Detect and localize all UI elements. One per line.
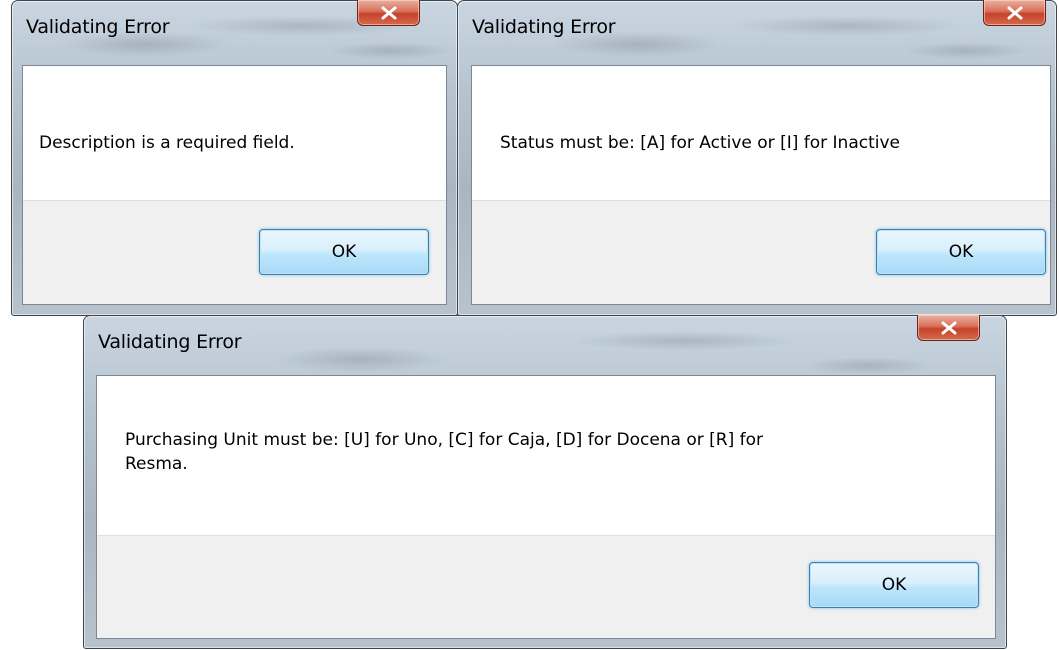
validation-dialog-purchasing-unit: Validating Error Purchasing Unit must be… xyxy=(83,315,1007,649)
dialog-message: Purchasing Unit must be: [U] for Uno, [C… xyxy=(125,430,764,474)
dialog-title: Validating Error xyxy=(26,16,170,38)
close-button[interactable] xyxy=(917,315,980,341)
close-x-icon xyxy=(1007,6,1022,19)
message-area: Status must be: [A] for Active or [I] fo… xyxy=(472,66,1050,203)
dialog-content: Description is a required field. OK xyxy=(22,65,447,305)
message-area: Purchasing Unit must be: [U] for Uno, [C… xyxy=(97,376,995,538)
button-bar: OK xyxy=(472,200,1050,304)
button-bar: OK xyxy=(23,200,446,304)
button-bar: OK xyxy=(97,535,995,638)
close-button[interactable] xyxy=(357,0,420,26)
validation-dialog-description: Validating Error Description is a requir… xyxy=(11,0,458,316)
ok-button[interactable]: OK xyxy=(259,229,429,275)
close-x-icon xyxy=(941,321,956,334)
close-x-icon xyxy=(381,6,396,19)
dialog-title: Validating Error xyxy=(472,16,616,38)
ok-button[interactable]: OK xyxy=(809,562,979,608)
dialog-content: Status must be: [A] for Active or [I] fo… xyxy=(471,65,1051,305)
dialog-message: Status must be: [A] for Active or [I] fo… xyxy=(500,133,900,153)
dialog-title: Validating Error xyxy=(98,331,242,353)
message-area: Description is a required field. xyxy=(23,66,446,203)
ok-button[interactable]: OK xyxy=(876,229,1046,275)
close-button[interactable] xyxy=(983,0,1046,26)
dialog-content: Purchasing Unit must be: [U] for Uno, [C… xyxy=(96,375,996,639)
dialog-message: Description is a required field. xyxy=(39,133,295,153)
validation-dialog-status: Validating Error Status must be: [A] for… xyxy=(457,0,1057,316)
